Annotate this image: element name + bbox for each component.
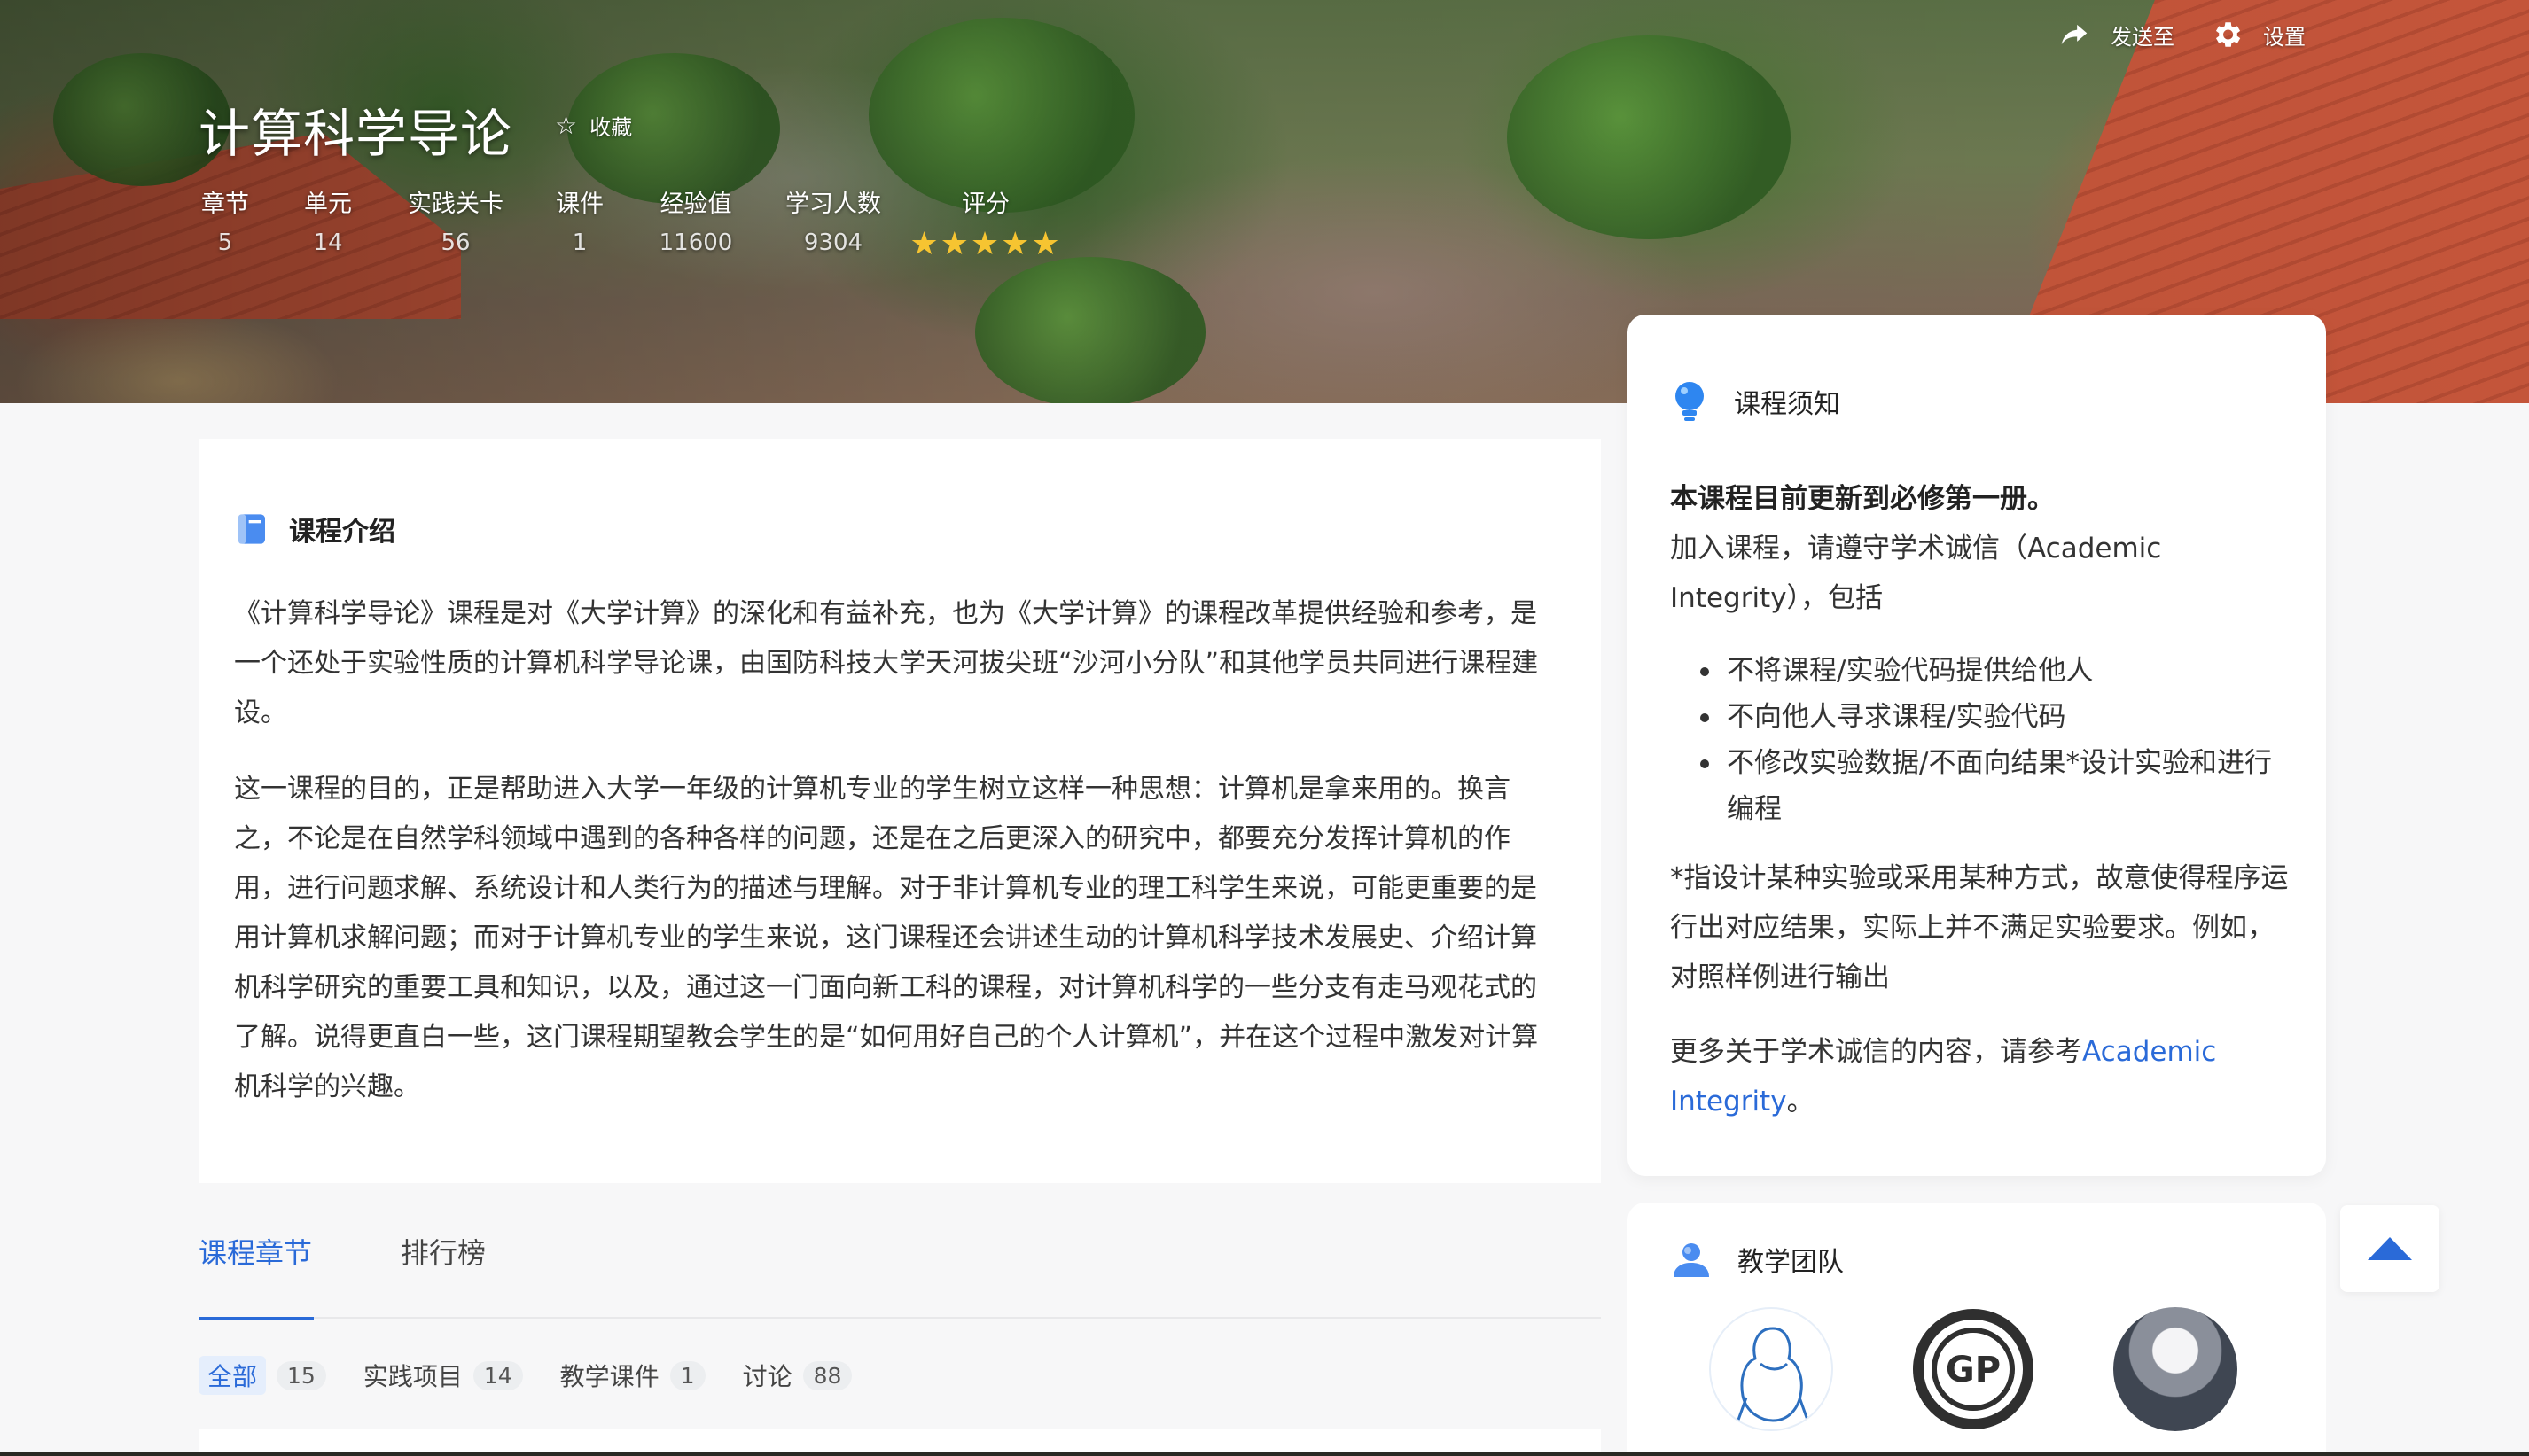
stat-learners: 学习人数 9304 bbox=[784, 184, 883, 262]
filter-label: 教学课件 bbox=[559, 1362, 660, 1391]
avatar[interactable]: GP bbox=[1911, 1307, 2035, 1431]
notice-more-prefix: 更多关于学术诚信的内容，请参考 bbox=[1670, 1036, 2082, 1068]
avatar[interactable] bbox=[1709, 1307, 1833, 1431]
intro-paragraph: 《计算科学导论》课程是对《大学计算》的深化和有益补充，也为《大学计算》的课程改革… bbox=[234, 598, 1539, 728]
avatar-sketch-image bbox=[1736, 1327, 1810, 1423]
team-heading: 教学团队 bbox=[1737, 1247, 1844, 1278]
stat-courseware: 课件 1 bbox=[553, 184, 606, 262]
stat-label: 课件 bbox=[556, 191, 604, 218]
filter-discussion[interactable]: 讨论 88 bbox=[743, 1356, 853, 1395]
rating-stars: ★★★★★ bbox=[909, 226, 1062, 262]
filter-count: 14 bbox=[472, 1360, 523, 1390]
list-item: 不向他人寻求课程/实验代码 bbox=[1697, 694, 2291, 740]
share-arrow-icon bbox=[2061, 24, 2088, 45]
window-bottom-edge bbox=[0, 1452, 2529, 1456]
stat-label: 学习人数 bbox=[785, 191, 881, 218]
intro-text: 《计算科学导论》课程是对《大学计算》的深化和有益补充，也为《大学计算》的课程改革… bbox=[234, 589, 1546, 1112]
tab-chapters[interactable]: 课程章节 bbox=[199, 1223, 314, 1320]
send-to-label: 发送至 bbox=[2111, 24, 2174, 50]
notice-intro-line: 加入课程，请遵守学术诚信（Academic Integrity），包括 bbox=[1670, 533, 2162, 614]
header-actions: 发送至 设置 bbox=[2057, 18, 2306, 51]
course-title: 计算科学导论 bbox=[199, 104, 513, 164]
settings-label: 设置 bbox=[2263, 24, 2306, 50]
lightbulb-icon bbox=[1675, 382, 1704, 421]
stat-value: 14 bbox=[313, 230, 343, 256]
favorite-button[interactable]: ☆ 收藏 bbox=[555, 110, 632, 141]
book-icon bbox=[238, 514, 265, 544]
gp-logo-image: GP bbox=[1913, 1309, 2033, 1429]
notice-header: 课程须知 bbox=[1670, 378, 1840, 424]
stat-rating: 评分 ★★★★★ bbox=[906, 184, 1065, 262]
content-filters: 全部 15 实践项目 14 教学课件 1 讨论 88 bbox=[199, 1356, 853, 1395]
stat-label: 经验值 bbox=[660, 191, 732, 218]
tab-leaderboard[interactable]: 排行榜 bbox=[401, 1223, 486, 1319]
favorite-label: 收藏 bbox=[589, 115, 633, 140]
notice-heading: 课程须知 bbox=[1734, 389, 1840, 420]
course-notice-card: 课程须知 本课程目前更新到必修第一册。 加入课程，请遵守学术诚信（Academi… bbox=[1627, 315, 2326, 1176]
notice-update-line: 本课程目前更新到必修第一册。 bbox=[1670, 483, 2055, 515]
filter-count: 88 bbox=[802, 1360, 853, 1390]
stat-value: 11600 bbox=[659, 230, 733, 256]
settings-button[interactable]: 设置 bbox=[2210, 18, 2306, 51]
filter-count: 1 bbox=[669, 1360, 706, 1390]
intro-heading: 课程介绍 bbox=[289, 517, 395, 548]
stat-value: 56 bbox=[441, 230, 471, 256]
tab-label: 课程章节 bbox=[199, 1236, 313, 1270]
filter-all[interactable]: 全部 15 bbox=[199, 1356, 326, 1395]
notice-body: 本课程目前更新到必修第一册。 加入课程，请遵守学术诚信（Academic Int… bbox=[1670, 474, 2291, 1126]
filter-label: 实践项目 bbox=[363, 1362, 463, 1391]
gear-icon bbox=[2215, 22, 2241, 47]
course-tabs: 课程章节 排行榜 bbox=[199, 1223, 1601, 1320]
stat-value: 9304 bbox=[803, 230, 863, 256]
stat-label: 评分 bbox=[962, 191, 1010, 218]
tab-label: 排行榜 bbox=[401, 1236, 487, 1270]
star-outline-icon: ☆ bbox=[555, 111, 578, 140]
intro-paragraph: 这一课程的目的，正是帮助进入大学一年级的计算机专业的学生树立这样一种思想：计算机… bbox=[234, 774, 1539, 1102]
course-intro-card: 课程介绍 《计算科学导论》课程是对《大学计算》的深化和有益补充，也为《大学计算》… bbox=[199, 439, 1601, 1183]
stat-label: 章节 bbox=[201, 191, 249, 218]
notice-more-suffix: 。 bbox=[1786, 1086, 1815, 1117]
intro-header: 课程介绍 bbox=[234, 510, 395, 549]
stat-label: 实践关卡 bbox=[408, 191, 503, 218]
filter-courseware[interactable]: 教学课件 1 bbox=[560, 1356, 706, 1395]
stat-label: 单元 bbox=[304, 191, 352, 218]
team-header: 教学团队 bbox=[1670, 1238, 1844, 1281]
list-item: 不将课程/实验代码提供给他人 bbox=[1697, 648, 2291, 694]
triangle-up-icon bbox=[2368, 1237, 2412, 1260]
teaching-team-card: 教学团队 GP bbox=[1627, 1203, 2326, 1456]
tab-active-indicator bbox=[199, 1317, 314, 1320]
filter-label: 讨论 bbox=[742, 1362, 792, 1391]
stat-units: 单元 14 bbox=[301, 184, 355, 262]
user-icon bbox=[1674, 1243, 1709, 1277]
filter-count: 15 bbox=[277, 1360, 326, 1390]
back-to-top-button[interactable] bbox=[2340, 1205, 2439, 1292]
stat-chapters: 章节 5 bbox=[199, 184, 252, 262]
stat-value: 1 bbox=[572, 230, 588, 256]
gp-logo-text: GP bbox=[1946, 1350, 2001, 1390]
integrity-rules: 不将课程/实验代码提供给他人 不向他人寻求课程/实验代码 不修改实验数据/不面向… bbox=[1697, 648, 2291, 832]
stat-practice-levels: 实践关卡 56 bbox=[406, 184, 505, 262]
course-stats: 章节 5 单元 14 实践关卡 56 课件 1 经验值 11600 学习人数 9… bbox=[199, 184, 1065, 262]
list-item: 不修改实验数据/不面向结果*设计实验和进行编程 bbox=[1697, 740, 2291, 832]
notice-footnote: *指设计某种实验或采用某种方式，故意使得程序运行出对应结果，实际上并不满足实验要… bbox=[1670, 862, 2289, 993]
stat-experience: 经验值 11600 bbox=[656, 184, 736, 262]
filter-label: 全部 bbox=[199, 1356, 267, 1395]
send-to-button[interactable]: 发送至 bbox=[2057, 18, 2174, 51]
avatar[interactable] bbox=[2113, 1307, 2237, 1431]
stat-value: 5 bbox=[217, 230, 233, 256]
notice-more: 更多关于学术诚信的内容，请参考Academic Integrity。 bbox=[1670, 1027, 2291, 1126]
filter-practice[interactable]: 实践项目 14 bbox=[363, 1356, 523, 1395]
